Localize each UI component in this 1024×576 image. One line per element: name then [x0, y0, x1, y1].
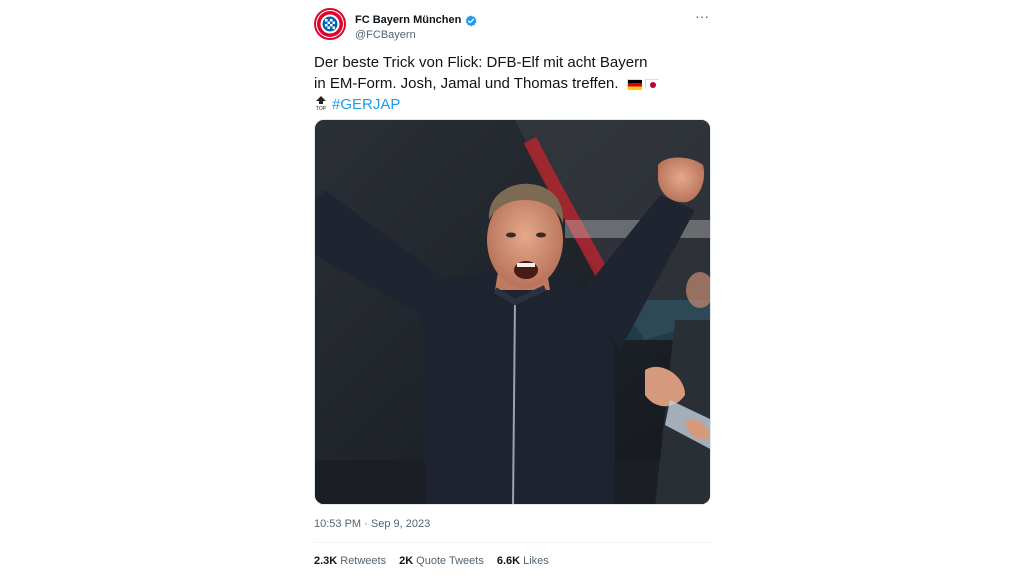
tweet-text-line-1: Der beste Trick von Flick: DFB-Elf mit a…	[314, 54, 648, 71]
more-options-icon[interactable]: ···	[695, 8, 709, 24]
quote-tweets-count: 2K	[399, 555, 414, 567]
hashtag-link[interactable]: #GERJAP	[332, 96, 400, 113]
tweet-timestamp[interactable]: 10:53 PM · Sep 9, 2023	[314, 518, 430, 530]
author-name-row: FC Bayern München	[355, 12, 477, 28]
likes-label: Likes	[523, 555, 549, 567]
top-arrow-icon: TOP	[314, 95, 328, 112]
svg-text:TOP: TOP	[316, 106, 327, 111]
photo-image	[315, 120, 710, 504]
tweet-text: Der beste Trick von Flick: DFB-Elf mit a…	[314, 52, 711, 115]
tweet-card: FC Bayern München @FCBayern ··· Der best…	[314, 0, 711, 576]
tweet-stats: 2.3K Retweets 2K Quote Tweets 6.6K Likes	[314, 555, 549, 567]
author-info: FC Bayern München @FCBayern	[355, 12, 477, 41]
tweet-header: FC Bayern München @FCBayern ···	[314, 8, 711, 44]
retweets-count: 2.3K	[314, 555, 338, 567]
likes-count: 6.6K	[496, 555, 521, 567]
verified-badge-icon	[465, 14, 477, 27]
fc-bayern-logo-icon	[317, 11, 343, 37]
avatar[interactable]	[314, 8, 346, 40]
quote-tweets-label: Quote Tweets	[416, 555, 484, 567]
likes-stat[interactable]: 6.6K Likes	[497, 555, 549, 567]
retweets-label: Retweets	[340, 555, 387, 567]
tweet-media-photo[interactable]	[314, 119, 711, 505]
japan-flag-icon	[644, 79, 660, 90]
divider	[314, 542, 711, 543]
retweets-stat[interactable]: 2.3K Retweets	[314, 555, 386, 567]
germany-flag-icon	[626, 79, 642, 90]
tweet-text-line-2: in EM-Form. Josh, Jamal und Thomas treff…	[314, 75, 619, 92]
author-handle[interactable]: @FCBayern	[355, 29, 477, 41]
author-name[interactable]: FC Bayern München	[355, 14, 461, 26]
quote-tweets-stat[interactable]: 2K Quote Tweets	[399, 555, 484, 567]
